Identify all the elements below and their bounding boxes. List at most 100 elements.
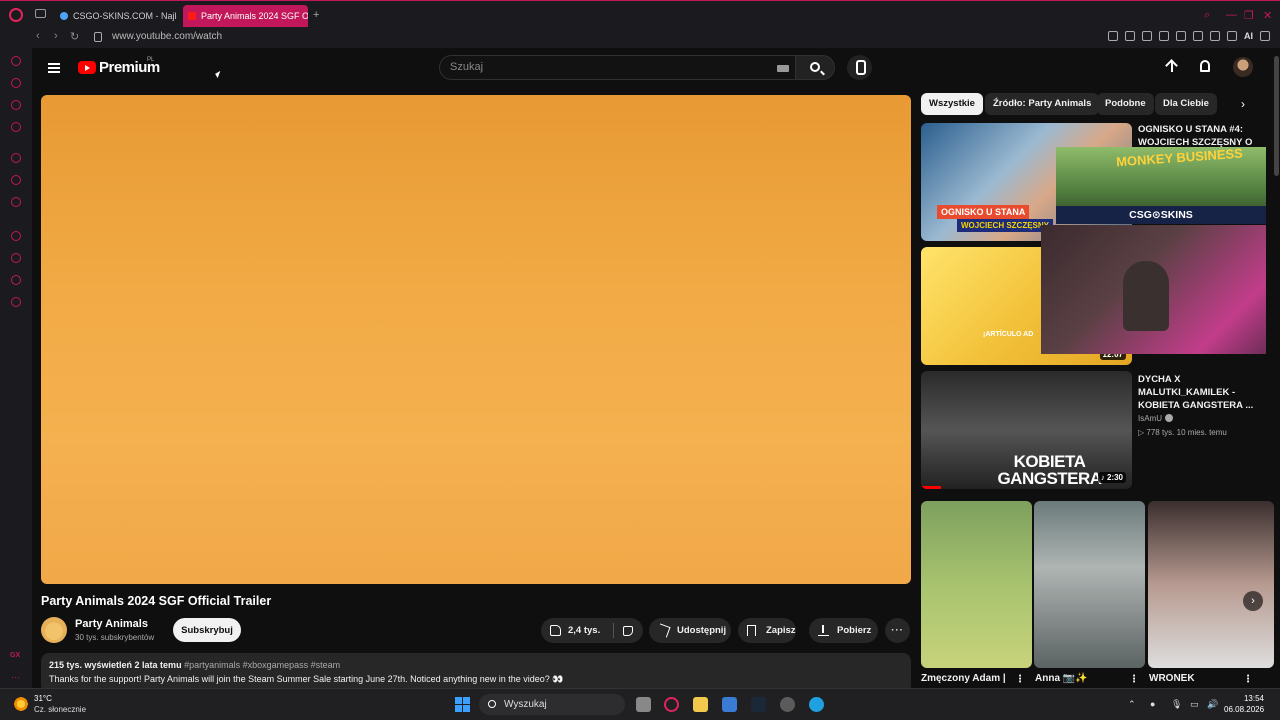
download-button[interactable]: Pobierz xyxy=(809,618,878,643)
microsoft-store-icon[interactable] xyxy=(722,697,737,712)
chip-source[interactable]: Źródło: Party Animals xyxy=(985,93,1100,115)
volume-icon[interactable]: 🔊 xyxy=(1207,699,1218,710)
weather-description[interactable]: Cz. słonecznie xyxy=(34,705,86,714)
short-thumbnail[interactable] xyxy=(921,501,1032,668)
edge-icon[interactable] xyxy=(809,697,824,712)
task-view-icon[interactable] xyxy=(636,697,651,712)
sidebar-settings-icon[interactable] xyxy=(11,297,21,307)
menu-icon[interactable] xyxy=(1260,31,1270,41)
thumbs-down-icon[interactable] xyxy=(623,626,633,636)
sidebar-messenger-icon[interactable] xyxy=(11,100,21,110)
youtube-logo-icon[interactable] xyxy=(78,61,96,74)
chip-all[interactable]: Wszystkie xyxy=(921,93,983,115)
sidebar-instagram-icon[interactable] xyxy=(11,122,21,132)
hashtags[interactable]: #partyanimals #xboxgamepass #steam xyxy=(184,660,340,670)
minimize-icon[interactable]: — xyxy=(1226,9,1237,21)
clock-date[interactable]: 06.08.2026 xyxy=(1224,705,1264,714)
video-player[interactable] xyxy=(41,95,911,584)
recommendation-channel[interactable]: IsAmU xyxy=(1138,414,1173,423)
close-icon[interactable]: ✕ xyxy=(1263,9,1272,22)
weather-icon[interactable] xyxy=(13,696,29,712)
sidebar-extensions-icon[interactable] xyxy=(11,275,21,285)
save-button[interactable]: Zapisz xyxy=(738,618,796,643)
search-input[interactable] xyxy=(450,61,750,73)
avatar[interactable] xyxy=(1233,57,1253,77)
sidebar-player-icon[interactable] xyxy=(11,231,21,241)
lock-icon xyxy=(94,32,102,42)
bookmark-pin-icon[interactable] xyxy=(1108,31,1118,41)
taskbar-search[interactable]: Wyszukaj xyxy=(479,694,625,715)
file-explorer-icon[interactable] xyxy=(693,697,708,712)
upload-icon[interactable] xyxy=(1166,60,1178,74)
back-icon[interactable]: ‹ xyxy=(36,30,40,42)
search-tabs-icon[interactable]: ⌕ xyxy=(1204,9,1210,22)
short-thumbnail[interactable] xyxy=(1034,501,1145,668)
wallet-icon[interactable] xyxy=(1210,31,1220,41)
like-count[interactable]: 2,4 tys. xyxy=(568,618,600,643)
sidebar-more-icon[interactable]: ··· xyxy=(11,672,20,682)
snapshot-icon[interactable] xyxy=(1125,31,1135,41)
chrome-icon[interactable] xyxy=(780,697,795,712)
shorts-next-button[interactable]: › xyxy=(1243,591,1263,611)
sidebar-gx-label[interactable]: GX xyxy=(10,652,20,659)
search-button[interactable] xyxy=(795,55,835,80)
short-title[interactable]: WRONEK xyxy=(1149,673,1195,684)
steam-icon[interactable] xyxy=(751,697,766,712)
keyboard-icon[interactable] xyxy=(777,65,789,72)
download-icon[interactable] xyxy=(1227,31,1237,41)
tab-menu-icon[interactable] xyxy=(35,9,46,18)
play-icon[interactable] xyxy=(1159,31,1169,41)
display-icon[interactable]: ▭ xyxy=(1190,699,1199,710)
sidebar-red-icon[interactable] xyxy=(11,197,21,207)
short-thumbnail[interactable] xyxy=(1148,501,1274,668)
windows-start-icon[interactable] xyxy=(455,697,470,712)
recommendation-meta: ▷ 778 tys. 10 mies. temu xyxy=(1138,428,1227,437)
ai-button[interactable]: AI xyxy=(1244,31,1253,41)
share-button[interactable]: Udostępnij xyxy=(649,618,731,643)
new-tab-button[interactable]: + xyxy=(313,9,319,21)
notifications-bell-icon[interactable] xyxy=(1200,60,1210,72)
chip-for-you[interactable]: Dla Ciebie xyxy=(1155,93,1217,115)
voice-search-button[interactable] xyxy=(847,55,872,80)
short-more-icon[interactable]: ⋮ xyxy=(1015,674,1025,685)
short-more-icon[interactable]: ⋮ xyxy=(1129,674,1139,685)
tab-youtube-party-animals[interactable]: Party Animals 2024 SGF Of xyxy=(183,5,308,27)
hamburger-menu-icon[interactable] xyxy=(48,63,60,73)
microphone-icon[interactable]: 🎙 xyxy=(1171,699,1182,710)
recommendation-title[interactable]: DYCHA X MALUTKI_KAMILEK - KOBIETA GANGST… xyxy=(1138,373,1268,412)
sidebar-shop-icon[interactable] xyxy=(11,78,21,88)
opera-logo-icon[interactable] xyxy=(9,8,23,22)
weather-temperature[interactable]: 31°C xyxy=(34,694,52,703)
reload-icon[interactable]: ↻ xyxy=(70,30,79,43)
thumbs-up-icon[interactable] xyxy=(550,625,561,636)
channel-name[interactable]: Party Animals xyxy=(75,618,148,630)
recommendation-thumbnail[interactable]: KOBIETA GANGSTERA ♪ 2:30 xyxy=(921,371,1132,489)
tray-app-icon[interactable]: ● xyxy=(1150,699,1155,709)
channel-avatar[interactable] xyxy=(41,617,67,643)
short-title[interactable]: Anna 📷✨ xyxy=(1035,673,1088,684)
chip-related[interactable]: Podobne xyxy=(1097,93,1154,115)
sidebar-gx-control-icon[interactable] xyxy=(11,56,21,66)
forward-icon[interactable]: › xyxy=(54,30,58,42)
adblock-icon[interactable] xyxy=(1142,31,1152,41)
opera-gx-taskbar-icon[interactable] xyxy=(664,697,679,712)
subscribe-button[interactable]: Subskrybuj xyxy=(173,618,241,642)
short-more-icon[interactable]: ⋮ xyxy=(1243,674,1253,685)
maximize-icon[interactable]: ❐ xyxy=(1244,9,1254,22)
sidebar-history-icon[interactable] xyxy=(11,253,21,263)
scrollbar[interactable] xyxy=(1274,56,1279,176)
extensions-icon[interactable] xyxy=(1193,31,1203,41)
short-title[interactable]: Zmęczony Adam | xyxy=(921,673,1006,684)
chevron-right-icon[interactable]: › xyxy=(1241,97,1245,111)
sidebar-twitch-icon[interactable] xyxy=(11,153,21,163)
recommendation-title[interactable]: OGNISKO U STANA #4: WOJCIECH SZCZĘSNY O xyxy=(1138,123,1268,149)
heart-icon[interactable] xyxy=(1176,31,1186,41)
sidebar-discount-icon[interactable] xyxy=(11,175,21,185)
more-actions-button[interactable]: ··· xyxy=(885,618,910,643)
tab-csgo-skins[interactable]: CSGO-SKINS.COM - Najlep xyxy=(55,5,177,27)
description-box[interactable]: 215 tys. wyświetleń 2 lata temu #partyan… xyxy=(41,653,911,688)
tray-overflow-icon[interactable]: ⌃ xyxy=(1128,699,1136,710)
url-field[interactable]: www.youtube.com/watch xyxy=(112,31,222,42)
clock-time[interactable]: 13:54 xyxy=(1224,694,1264,703)
save-label: Zapisz xyxy=(766,625,796,636)
